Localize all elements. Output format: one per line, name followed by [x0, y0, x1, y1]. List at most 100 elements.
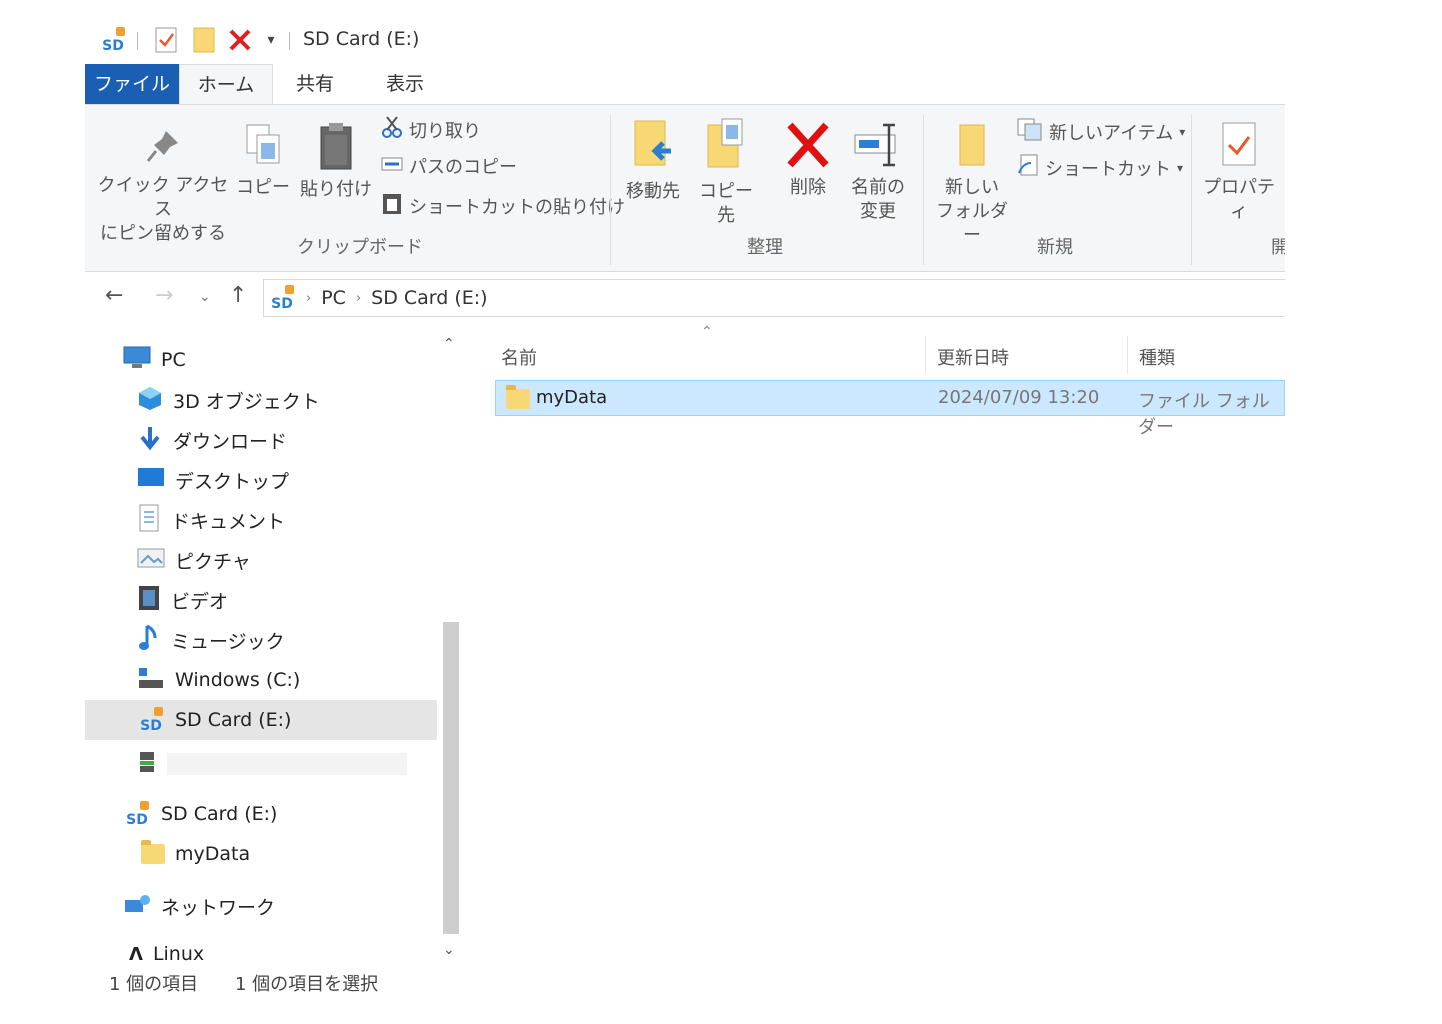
column-header-name[interactable]: 名前: [501, 344, 537, 370]
delete-button[interactable]: 削除: [775, 121, 841, 200]
up-arrow-icon[interactable]: ↑: [229, 283, 247, 308]
tree-item-documents[interactable]: ドキュメント: [137, 500, 285, 540]
properties-button[interactable]: プロパティ: [1197, 121, 1281, 224]
clipboard-group-label: クリップボード: [297, 237, 423, 258]
rename-label-2: 変更: [860, 201, 896, 222]
navigation-scrollbar[interactable]: ⌃ ⌄: [439, 330, 463, 972]
folder-icon: [141, 840, 165, 864]
pin-icon: [93, 127, 233, 174]
copy-button[interactable]: コピー: [235, 121, 291, 200]
paste-button[interactable]: 貼り付け: [297, 121, 375, 202]
tree-item-desktop[interactable]: デスクトップ: [137, 460, 289, 500]
move-to-label: 移動先: [626, 181, 680, 202]
new-folder-large-icon: [931, 121, 1013, 176]
ribbon: クイック アクセス にピン留めする コピー 貼り付け 切り取り パスのコピー シ…: [85, 104, 1285, 272]
tree-item-3d-objects[interactable]: 3D オブジェクト: [137, 380, 320, 420]
breadcrumb-pc[interactable]: PC: [321, 287, 346, 309]
picture-icon: [137, 547, 165, 574]
address-bar[interactable]: SD › PC › SD Card (E:): [263, 279, 1285, 317]
forward-arrow-icon[interactable]: →: [155, 283, 173, 308]
tree-item-mydata[interactable]: myData: [141, 834, 250, 874]
column-header-type[interactable]: 種類: [1139, 344, 1175, 370]
rename-button[interactable]: 名前の 変更: [843, 121, 913, 224]
ribbon-tabs: ファイル ホーム 共有 表示: [85, 64, 1285, 105]
row-date: 2024/07/09 13:20: [938, 387, 1100, 408]
window-title: SD Card (E:): [303, 28, 420, 50]
column-header-date[interactable]: 更新日時: [937, 344, 1009, 370]
dropdown-arrow-icon: ▾: [1179, 124, 1186, 139]
linux-penguin-icon: Λ: [129, 944, 143, 964]
new-group-label: 新規: [1037, 237, 1073, 258]
move-to-icon: [619, 117, 687, 180]
video-icon: [137, 585, 161, 616]
scrollbar-thumb[interactable]: [443, 622, 459, 934]
tab-view[interactable]: 表示: [365, 64, 445, 104]
new-folder-label-1: 新しい: [945, 177, 999, 198]
sd-drive-icon: SD: [268, 284, 296, 312]
new-item-button[interactable]: 新しいアイテム ▾: [1017, 117, 1185, 146]
shortcut-icon: [1017, 153, 1039, 182]
tree-item-pictures[interactable]: ピクチャ: [137, 540, 251, 580]
tree-item-removable-drive[interactable]: [137, 744, 407, 784]
navigation-bar: ← → ⌄ ↑ SD › PC › SD Card (E:): [85, 271, 1285, 321]
file-list: ⌃ 名前 更新日時 種類 myData 2024/07/09 13:20 ファイ…: [495, 324, 1285, 930]
properties-label: プロパティ: [1203, 177, 1275, 222]
tree-item-windows-c[interactable]: Windows (C:): [137, 660, 300, 700]
title-bar: SD ▾ SD Card (E:): [85, 18, 1285, 64]
music-note-icon: [137, 624, 161, 657]
recent-locations-chevron-icon[interactable]: ⌄: [199, 289, 211, 305]
scroll-up-icon[interactable]: ⌃: [443, 336, 455, 352]
organize-group-label: 整理: [747, 237, 783, 258]
tree-item-music[interactable]: ミュージック: [137, 620, 285, 660]
status-bar: 1 個の項目 1 個の項目を選択: [85, 970, 1285, 1000]
tab-share[interactable]: 共有: [275, 64, 355, 104]
copy-to-button[interactable]: コピー先: [691, 117, 761, 228]
back-arrow-icon[interactable]: ←: [105, 283, 123, 308]
customize-arrow-icon[interactable]: ▾: [261, 26, 281, 54]
row-name: myData: [536, 387, 608, 408]
move-to-button[interactable]: 移動先: [619, 117, 687, 204]
table-row[interactable]: myData 2024/07/09 13:20 ファイル フォルダー: [495, 380, 1285, 438]
copy-path-button[interactable]: パスのコピー: [381, 153, 517, 179]
properties-check-icon[interactable]: [151, 26, 181, 54]
shortcut-button[interactable]: ショートカット ▾: [1017, 153, 1183, 182]
breadcrumb-sd-card[interactable]: SD Card (E:): [371, 287, 487, 309]
network-icon: [123, 892, 151, 921]
row-type: ファイル フォルダー: [1138, 391, 1270, 438]
pin-quick-access-button[interactable]: クイック アクセス にピン留めする: [93, 127, 233, 246]
scissors-icon: [381, 115, 403, 144]
tree-item-sd-card-selected[interactable]: SD SD Card (E:): [85, 700, 437, 740]
tab-home[interactable]: ホーム: [179, 64, 273, 105]
new-folder-button[interactable]: 新しい フォルダー: [931, 121, 1013, 248]
removable-drive-icon: [137, 750, 157, 779]
tree-item-videos[interactable]: ビデオ: [137, 580, 228, 620]
clipboard-icon: [297, 121, 375, 178]
folder-icon: [506, 385, 530, 409]
delete-label: 削除: [790, 177, 826, 198]
tab-file[interactable]: ファイル: [85, 64, 179, 104]
paste-label: 貼り付け: [300, 179, 372, 200]
copy-icon: [235, 121, 291, 176]
document-icon: [137, 504, 161, 537]
new-folder-icon[interactable]: [189, 26, 219, 54]
paste-shortcut-button[interactable]: ショートカットの貼り付け: [381, 191, 625, 220]
delete-icon[interactable]: [225, 26, 255, 54]
scroll-down-icon[interactable]: ⌄: [443, 942, 455, 958]
file-explorer-window: SD ▾ SD Card (E:) ファイル ホーム 共有 表示 クイック アク…: [85, 18, 1285, 1008]
rename-icon: [843, 121, 913, 176]
download-arrow-icon: [137, 425, 163, 456]
tree-item-linux[interactable]: Λ Linux: [129, 944, 204, 964]
cut-button[interactable]: 切り取り: [381, 115, 481, 144]
pin-label-1: クイック アクセス: [97, 175, 229, 220]
dropdown-arrow-icon: ▾: [1177, 160, 1184, 175]
tree-item-sd-card-root[interactable]: SD SD Card (E:): [123, 794, 277, 834]
tree-item-pc[interactable]: PC: [123, 340, 186, 380]
status-selected-count: 1 個の項目を選択: [235, 974, 379, 995]
rename-label-1: 名前の: [851, 177, 905, 198]
copy-to-icon: [691, 117, 761, 180]
tree-item-downloads[interactable]: ダウンロード: [137, 420, 287, 460]
chevron-right-icon: ›: [355, 290, 362, 306]
pin-label-2: にピン留めする: [100, 223, 226, 244]
tree-item-network[interactable]: ネットワーク: [123, 886, 275, 926]
new-folder-label-2: フォルダー: [936, 201, 1008, 246]
